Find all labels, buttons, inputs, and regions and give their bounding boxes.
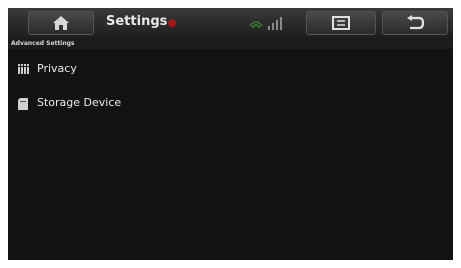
menu-icon bbox=[332, 16, 350, 30]
wifi-signal-icon bbox=[249, 17, 282, 30]
signal-status bbox=[248, 12, 288, 34]
list-item-storage-device[interactable]: Storage Device bbox=[8, 90, 453, 118]
page-title: Settings bbox=[106, 14, 168, 29]
top-bar: Settings bbox=[8, 8, 453, 38]
title-area: Settings bbox=[98, 8, 258, 38]
storage-device-label: Storage Device bbox=[37, 96, 122, 109]
storage-card-icon bbox=[18, 98, 28, 110]
privacy-label: Privacy bbox=[37, 62, 77, 75]
menu-button[interactable] bbox=[306, 11, 376, 35]
home-button[interactable] bbox=[28, 11, 94, 35]
list-item-privacy[interactable]: Privacy bbox=[8, 56, 453, 84]
section-title: Advanced Settings bbox=[11, 40, 75, 47]
back-button[interactable] bbox=[382, 11, 448, 35]
back-arrow-icon bbox=[407, 15, 425, 30]
privacy-bars-icon bbox=[18, 64, 29, 74]
recording-indicator-icon bbox=[168, 19, 176, 27]
home-icon bbox=[53, 16, 69, 30]
settings-screen: Settings Advanced Settings Privacy Stora… bbox=[8, 8, 453, 260]
